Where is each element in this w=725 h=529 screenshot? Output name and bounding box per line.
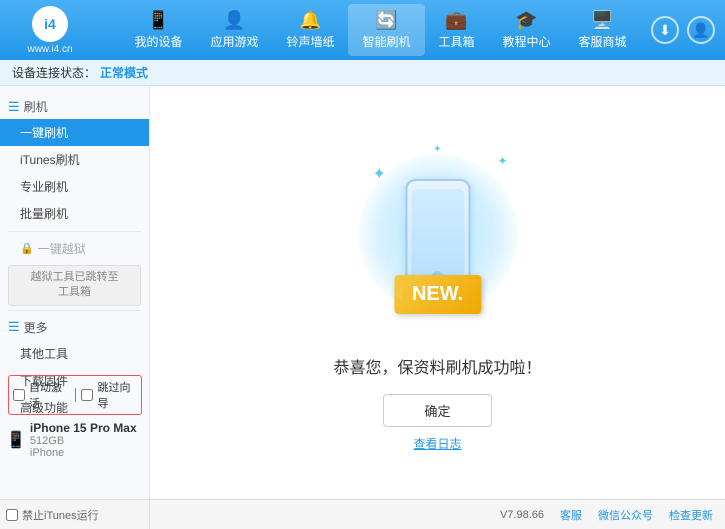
guide-activate-checkbox[interactable] <box>81 389 93 401</box>
main-layout: ☰ 刷机 一键刷机 iTunes刷机 专业刷机 批量刷机 🔒 一键越狱 越狱工具… <box>0 86 725 499</box>
header: i4 www.i4.cn 📱 我的设备 👤 应用游戏 🔔 铃声墙纸 🔄 智能刷机… <box>0 0 725 60</box>
phone-body <box>405 179 470 289</box>
device-phone-icon: 📱 <box>6 430 26 450</box>
sidebar-item-other-tools[interactable]: 其他工具 <box>0 340 149 367</box>
flash-section-header: ☰ 刷机 <box>0 94 149 119</box>
guide-activate-label: 跳过向导 <box>97 379 137 411</box>
tutorial-icon: 🎓 <box>515 10 537 31</box>
sidebar: ☰ 刷机 一键刷机 iTunes刷机 专业刷机 批量刷机 🔒 一键越狱 越狱工具… <box>0 86 150 499</box>
itunes-checkbox[interactable] <box>6 509 18 521</box>
auto-activate-row: 自动激活 跳过向导 <box>8 375 142 415</box>
user-button[interactable]: 👤 <box>687 16 715 44</box>
footer-left: 禁止iTunes运行 <box>0 500 150 529</box>
content-area: ✦ ✦ ✦ NEW. 恭喜您，保资料刷机成功啦！ 确定 查看日志 <box>150 86 725 499</box>
ringtone-icon: 🔔 <box>299 10 321 31</box>
sidebar-divider-1 <box>8 231 141 232</box>
star-top-icon: ✦ <box>433 144 441 155</box>
logo-area: i4 www.i4.cn <box>10 6 90 55</box>
sidebar-item-batch-flash[interactable]: 批量刷机 <box>0 200 149 227</box>
my-device-icon: 📱 <box>147 10 169 31</box>
auto-activate-checkbox[interactable] <box>13 389 25 401</box>
star-right-icon: ✦ <box>497 154 507 168</box>
nav-ringtone[interactable]: 🔔 铃声墙纸 <box>272 4 348 56</box>
service-icon: 🖥️ <box>591 10 613 31</box>
more-section-icon: ☰ <box>8 319 20 335</box>
sidebar-item-pro-flash[interactable]: 专业刷机 <box>0 173 149 200</box>
footer-wechat[interactable]: 微信公众号 <box>598 507 653 523</box>
success-message: 恭喜您，保资料刷机成功啦！ <box>333 354 541 378</box>
toolbox-icon: 💼 <box>445 10 467 31</box>
flash-section-icon: ☰ <box>8 99 20 115</box>
view-log-link[interactable]: 查看日志 <box>413 435 461 452</box>
auto-row-divider <box>75 388 76 402</box>
logo-subtitle: www.i4.cn <box>27 44 72 55</box>
nav-tutorial[interactable]: 🎓 教程中心 <box>489 4 565 56</box>
footer: 禁止iTunes运行 V7.98.66 客服 微信公众号 检查更新 <box>0 499 725 529</box>
nav-smart-flash[interactable]: 🔄 智能刷机 <box>348 4 424 56</box>
logo-icon: i4 <box>32 6 68 42</box>
version-label: V7.98.66 <box>500 509 544 521</box>
auto-activate-label: 自动激活 <box>29 379 69 411</box>
footer-customer-service[interactable]: 客服 <box>560 507 582 523</box>
status-bar: 设备连接状态： 正常模式 <box>0 60 725 86</box>
phone-illustration: ✦ ✦ ✦ NEW. <box>348 134 528 334</box>
nav-apps-games[interactable]: 👤 应用游戏 <box>196 4 272 56</box>
device-info-sidebar: 📱 iPhone 15 Pro Max 512GB iPhone <box>4 417 146 463</box>
sidebar-item-itunes-flash[interactable]: iTunes刷机 <box>0 146 149 173</box>
nav-bar: 📱 我的设备 👤 应用游戏 🔔 铃声墙纸 🔄 智能刷机 💼 工具箱 🎓 教程中心… <box>110 4 651 56</box>
status-prefix: 设备连接状态： <box>12 64 96 81</box>
sidebar-item-one-key-flash[interactable]: 一键刷机 <box>0 119 149 146</box>
device-storage: 512GB <box>30 435 137 447</box>
device-type: iPhone <box>30 447 137 459</box>
sidebar-divider-2 <box>8 310 141 311</box>
confirm-button[interactable]: 确定 <box>383 394 491 427</box>
nav-toolbox[interactable]: 💼 工具箱 <box>425 4 489 56</box>
sidebar-disabled-jailbreak: 🔒 一键越狱 <box>0 236 149 261</box>
phone-screen <box>411 189 464 279</box>
nav-service[interactable]: 🖥️ 客服商城 <box>565 4 641 56</box>
apps-games-icon: 👤 <box>223 10 245 31</box>
smart-flash-icon: 🔄 <box>375 10 397 31</box>
status-mode: 正常模式 <box>100 64 148 81</box>
device-name: iPhone 15 Pro Max <box>30 421 137 435</box>
new-badge: NEW. <box>394 275 481 314</box>
nav-my-device[interactable]: 📱 我的设备 <box>120 4 196 56</box>
star-left-icon: ✦ <box>373 164 386 184</box>
footer-check-update[interactable]: 检查更新 <box>669 507 713 523</box>
itunes-label: 禁止iTunes运行 <box>22 507 99 523</box>
new-ribbon-text: NEW. <box>394 275 481 314</box>
device-details: iPhone 15 Pro Max 512GB iPhone <box>30 421 137 459</box>
sidebar-bottom-controls: 自动激活 跳过向导 📱 iPhone 15 Pro Max 512GB iPho… <box>0 369 150 467</box>
download-button[interactable]: ⬇ <box>651 16 679 44</box>
more-section-header: ☰ 更多 <box>0 315 149 340</box>
header-right: ⬇ 👤 <box>651 16 715 44</box>
footer-right: V7.98.66 客服 微信公众号 检查更新 <box>150 500 725 529</box>
jailbreak-disabled-note: 越狱工具已跳转至 工具箱 <box>8 265 141 306</box>
